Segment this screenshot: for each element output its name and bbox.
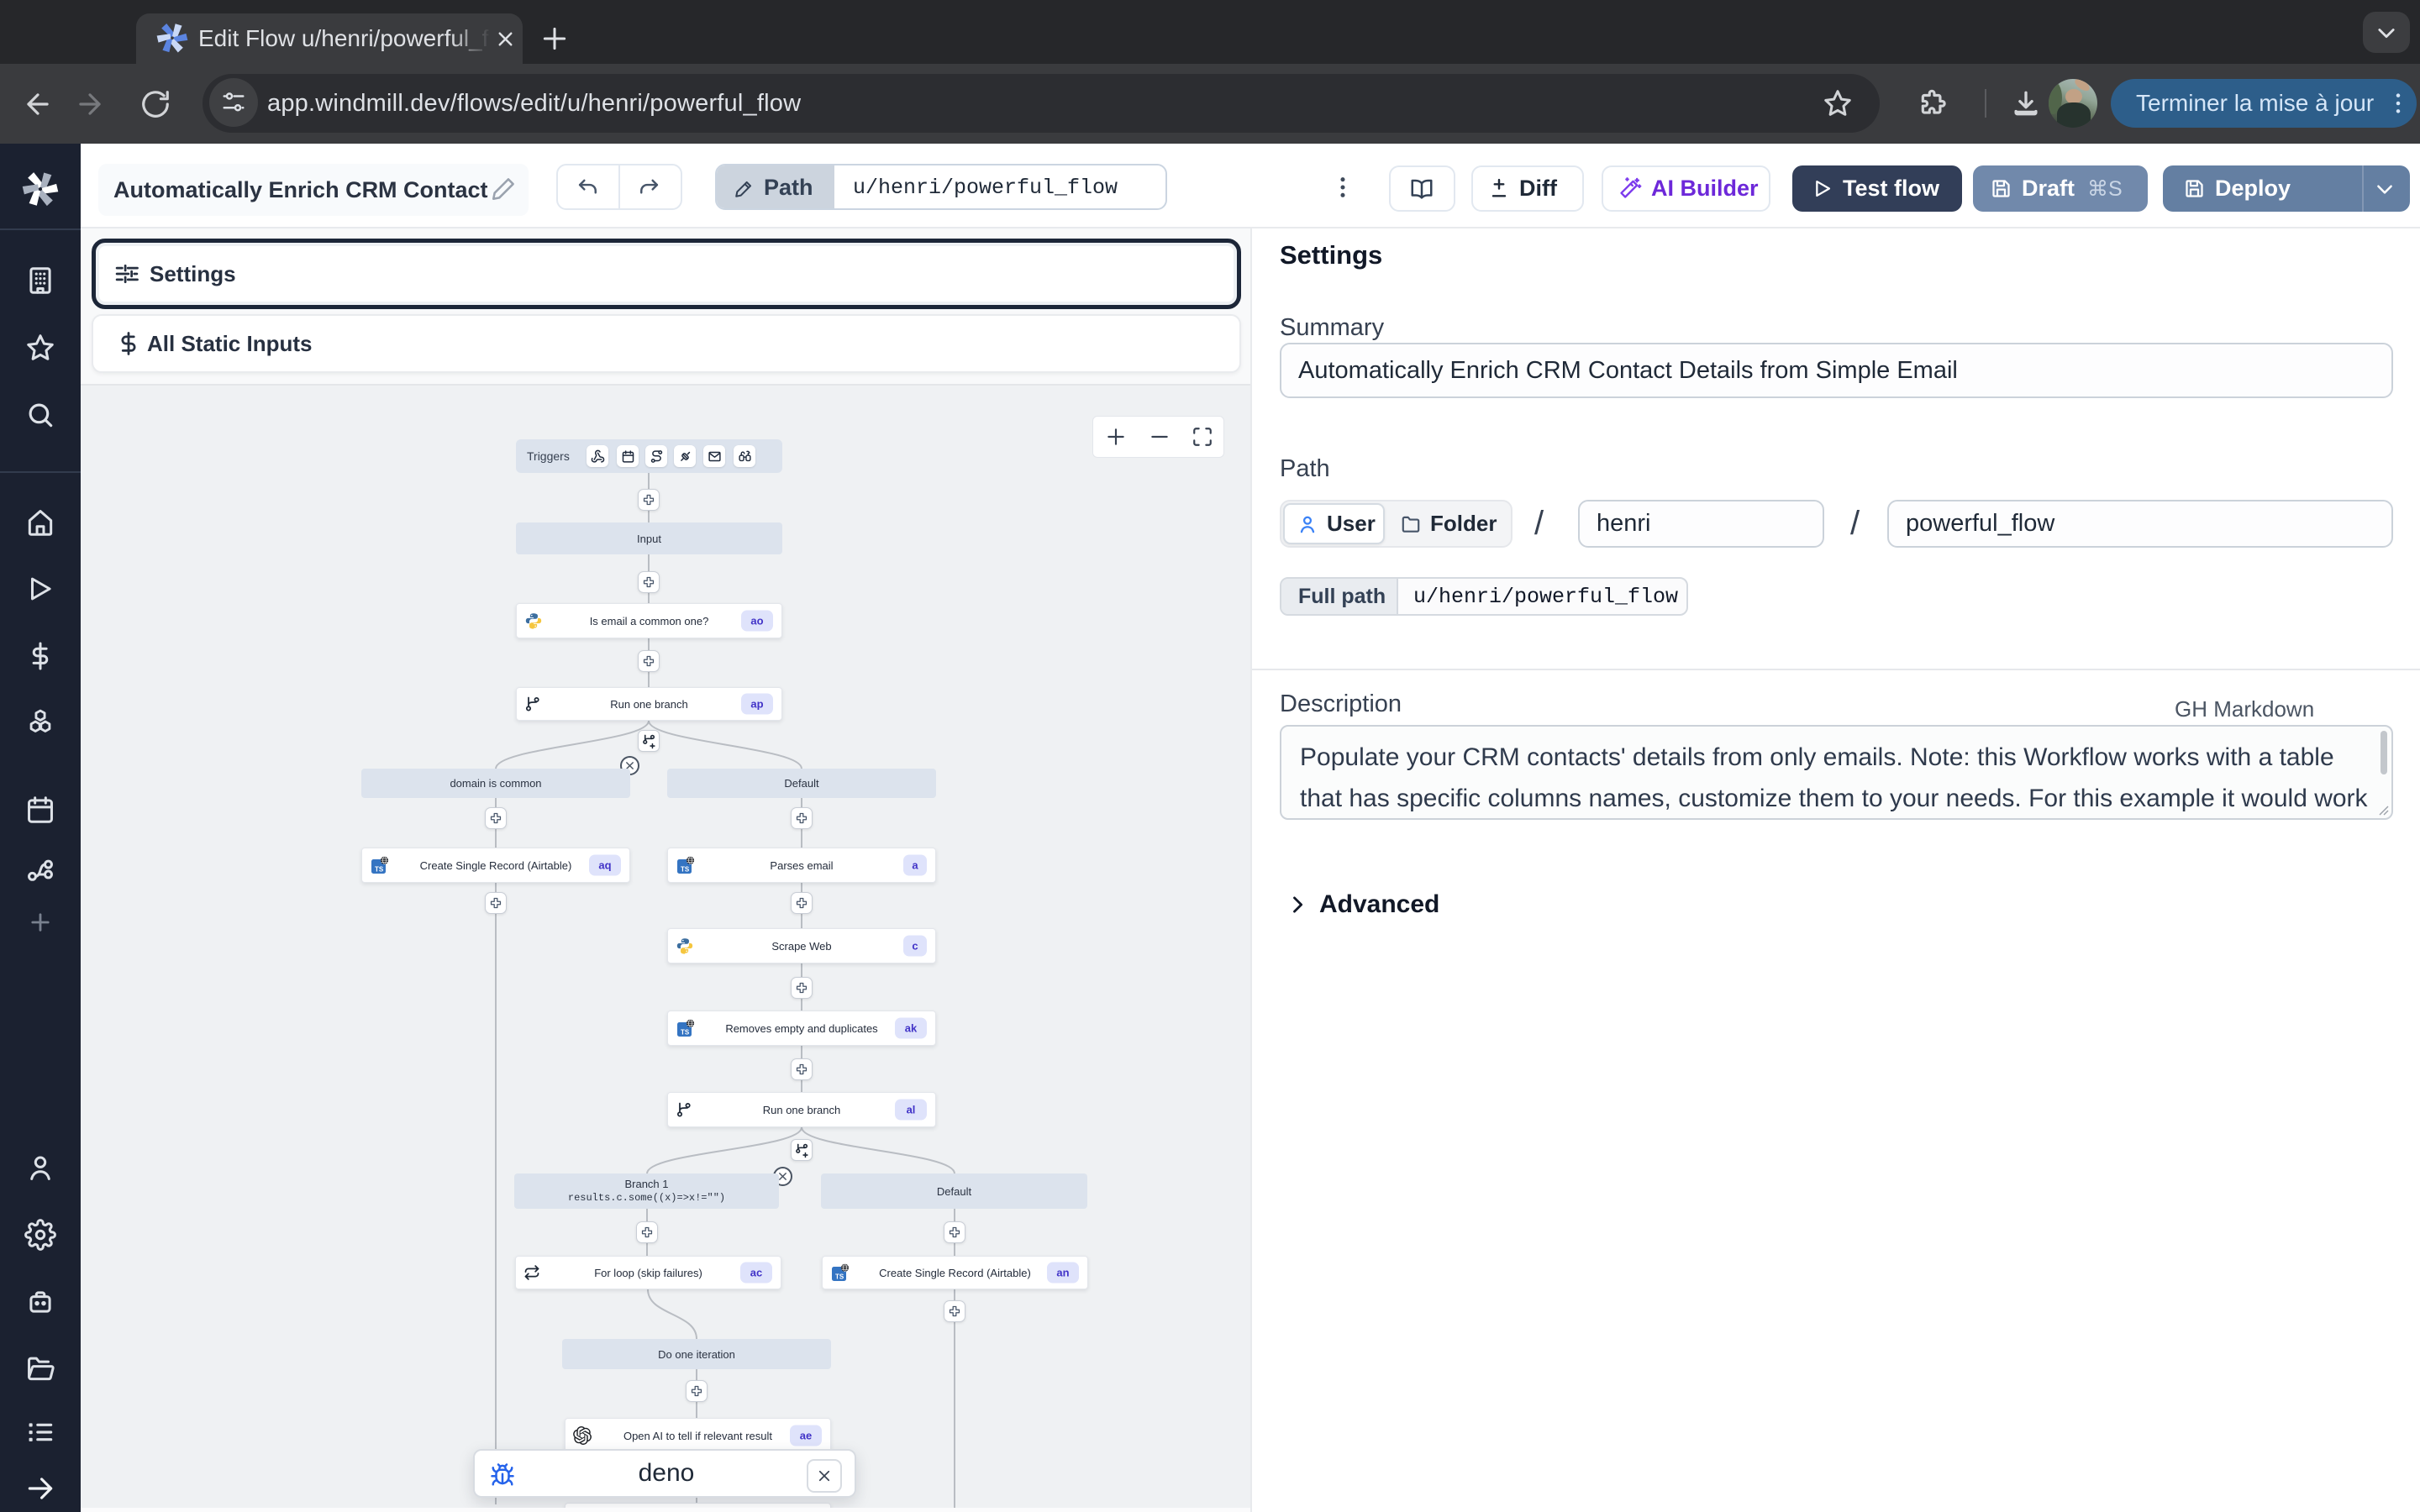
svg-text:TS: TS	[681, 866, 690, 874]
svg-text:TS: TS	[375, 866, 384, 874]
svg-text:TS: TS	[681, 1029, 690, 1037]
svg-text:TS: TS	[835, 1273, 844, 1281]
